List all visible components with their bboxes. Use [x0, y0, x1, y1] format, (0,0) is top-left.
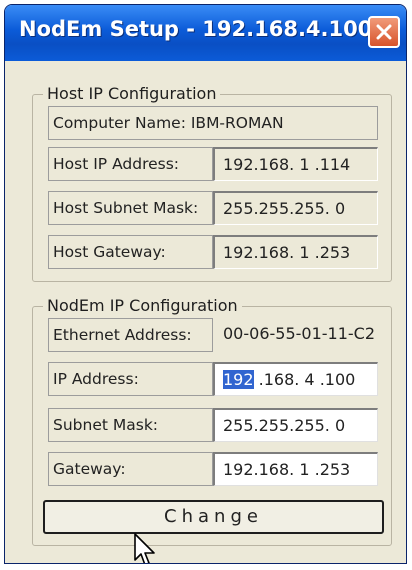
subnet-mask-label: Subnet Mask: [48, 408, 213, 442]
ip-address-input[interactable]: 192 .168. 4 .100 [213, 362, 378, 396]
host-ip-address-value: 192.168. 1 .114 [213, 147, 378, 181]
gateway-label: Gateway: [48, 452, 213, 486]
ethernet-address-value: 00-06-55-01-11-C2 [223, 324, 376, 343]
close-icon [376, 24, 392, 40]
host-ip-configuration-legend: Host IP Configuration [43, 84, 221, 103]
host-subnet-mask-label: Host Subnet Mask: [48, 191, 213, 225]
window-title: NodEm Setup - 192.168.4.100 [19, 17, 373, 41]
computer-name-label: Computer Name: IBM-ROMAN [48, 106, 378, 140]
host-gateway-value: 192.168. 1 .253 [213, 235, 378, 269]
title-bar[interactable]: NodEm Setup - 192.168.4.100 [5, 5, 406, 61]
setup-dialog: NodEm Setup - 192.168.4.100 Host IP Conf… [4, 4, 407, 564]
host-ip-address-label: Host IP Address: [48, 147, 213, 181]
mouse-pointer-icon [134, 533, 155, 563]
change-button[interactable]: Change [43, 500, 384, 534]
host-ip-configuration-group: Host IP Configuration Computer Name: IBM… [32, 84, 392, 282]
close-button[interactable] [368, 16, 400, 48]
ip-address-label: IP Address: [48, 362, 213, 396]
subnet-mask-input[interactable]: 255.255.255. 0 [213, 408, 378, 442]
nodem-ip-configuration-legend: NodEm IP Configuration [43, 296, 242, 315]
gateway-input[interactable]: 192.168. 1 .253 [213, 452, 378, 486]
host-subnet-mask-value: 255.255.255. 0 [213, 191, 378, 225]
host-gateway-label: Host Gateway: [48, 235, 213, 269]
ip-address-selected-octet: 192 [223, 370, 254, 389]
ethernet-address-label: Ethernet Address: [48, 318, 213, 352]
ip-address-remaining-octets: .168. 4 .100 [253, 370, 356, 389]
